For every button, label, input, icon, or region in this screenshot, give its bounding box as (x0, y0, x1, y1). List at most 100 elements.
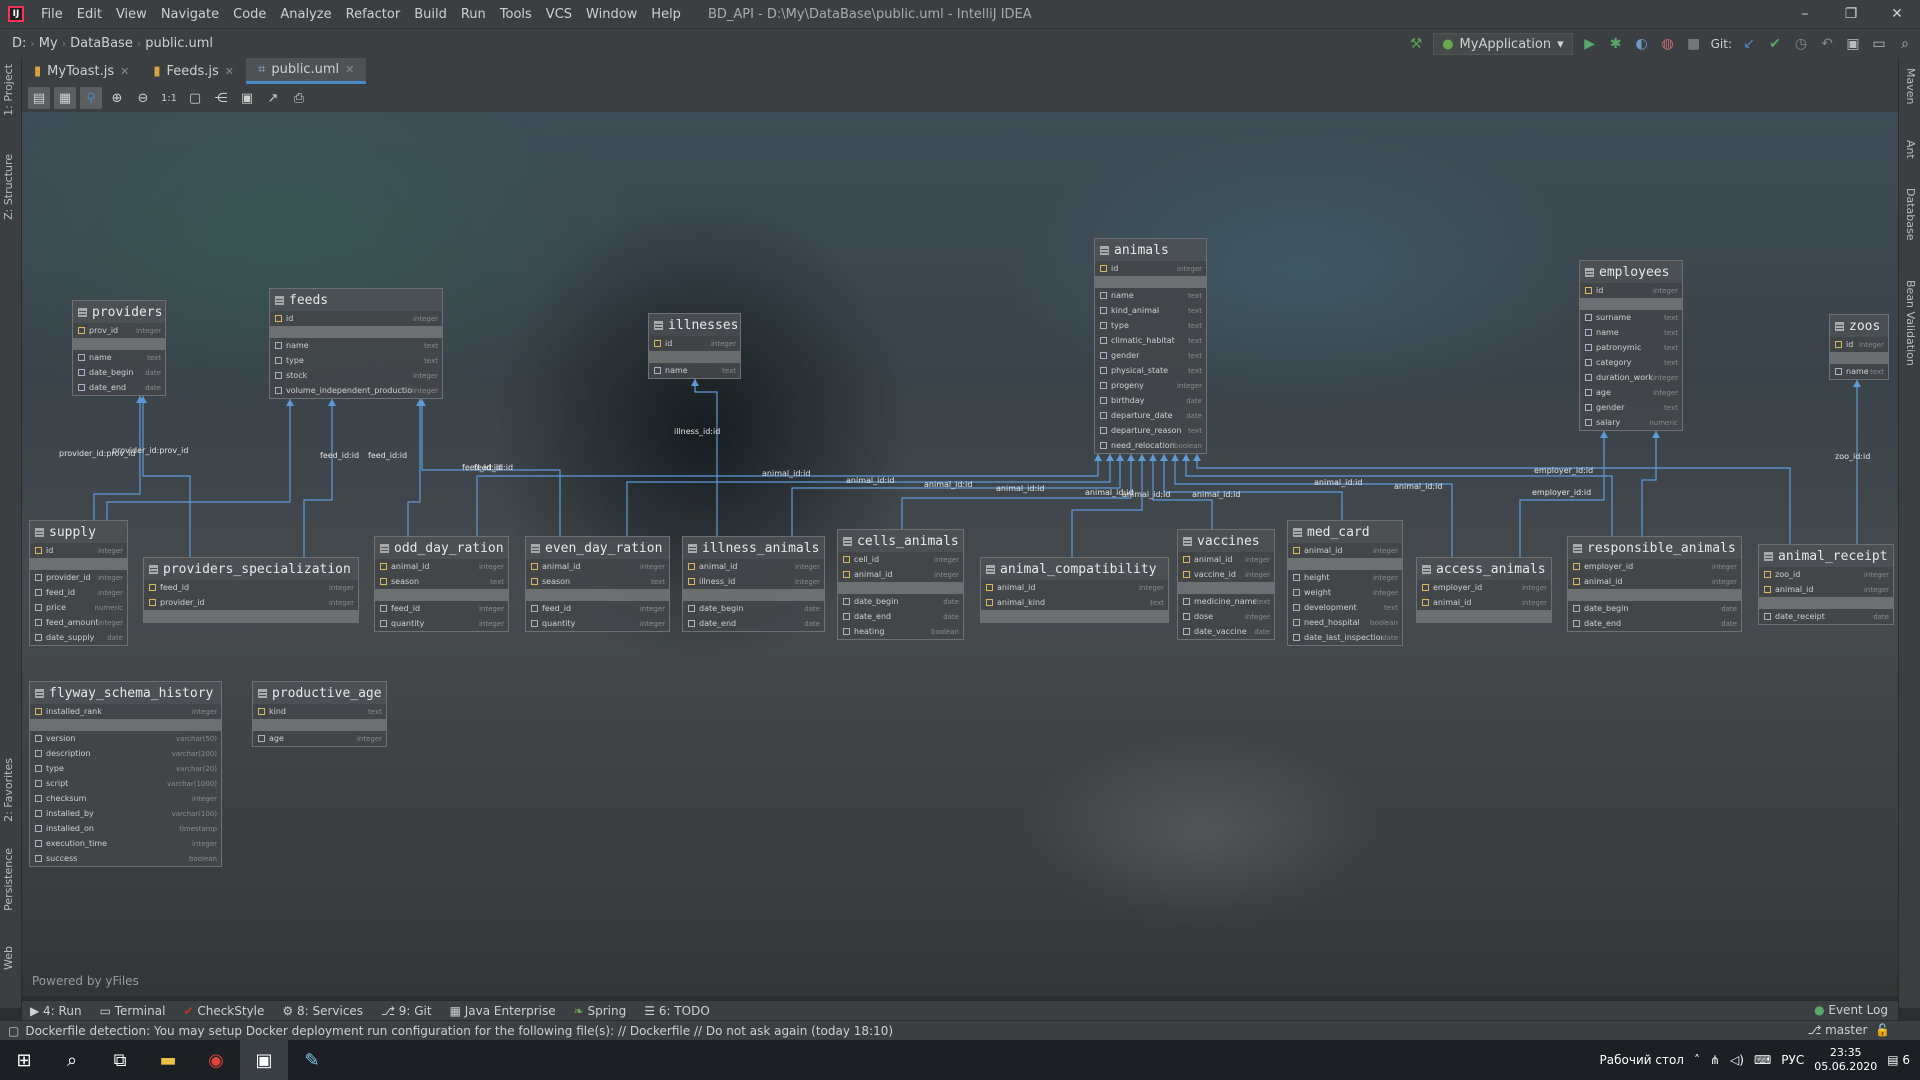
column-row[interactable]: name text (1580, 325, 1682, 340)
column-row[interactable]: development text (1288, 600, 1402, 615)
table-productive-age[interactable]: productive_age kind text age integer (252, 681, 387, 747)
table-illnesses[interactable]: illnesses id integer name text (648, 313, 741, 379)
menu-build[interactable]: Build (407, 7, 454, 22)
column-row[interactable]: feed_id integer (30, 585, 127, 600)
column-row[interactable]: date_end date (838, 609, 963, 624)
column-row[interactable]: quantity integer (526, 616, 669, 631)
table-providers[interactable]: providers prov_id integer name text date_begi… (72, 300, 166, 396)
chrome-icon[interactable]: ◉ (192, 1040, 240, 1080)
column-row[interactable]: name text (1095, 288, 1206, 303)
key-column-row[interactable]: vaccine_id integer (1178, 567, 1274, 582)
table-med-card[interactable]: med_card animal_id integer height integer wei… (1287, 520, 1403, 646)
print-icon[interactable]: ⎙ (288, 87, 310, 109)
run-icon[interactable]: ▶ (1581, 35, 1599, 53)
volume-icon[interactable]: ◁) (1730, 1053, 1744, 1067)
column-row[interactable]: date_begin date (683, 601, 824, 616)
key-column-row[interactable]: id integer (30, 543, 127, 558)
rollback-icon[interactable]: ↶ (1818, 35, 1836, 53)
key-column-row[interactable]: cell_id integer (838, 552, 963, 567)
close-tab-icon[interactable]: ✕ (345, 63, 354, 76)
column-row[interactable]: departure_date date (1095, 408, 1206, 423)
intellij-taskbar-icon[interactable]: ▣ (240, 1040, 288, 1080)
column-row[interactable]: duration_work integer (1580, 370, 1682, 385)
key-column-row[interactable]: animal_id integer (838, 567, 963, 582)
key-column-row[interactable]: installed_rank integer (30, 704, 221, 719)
save-image-icon[interactable]: ▣ (236, 87, 258, 109)
debug-icon[interactable]: ✱ (1607, 35, 1625, 53)
column-row[interactable]: medicine_name text (1178, 594, 1274, 609)
column-row[interactable]: date_end date (683, 616, 824, 631)
column-row[interactable]: gender text (1095, 348, 1206, 363)
show-schema-icon[interactable]: ▦ (54, 87, 76, 109)
table-providers-specialization[interactable]: providers_specialization feed_id integer pr… (143, 557, 359, 623)
column-row[interactable]: name text (73, 350, 165, 365)
history-icon[interactable]: ◷ (1792, 35, 1810, 53)
project-panel-button[interactable]: 1: Project (2, 64, 15, 116)
coverage-icon[interactable]: ◐ (1633, 35, 1651, 53)
column-row[interactable]: date_receipt date (1759, 609, 1893, 624)
column-row[interactable]: success boolean (30, 851, 221, 866)
git-commit-icon[interactable]: ✔ (1766, 35, 1784, 53)
column-row[interactable]: progeny integer (1095, 378, 1206, 393)
column-row[interactable]: kind_animal text (1095, 303, 1206, 318)
table-responsible-animals[interactable]: responsible_animals employer_id integer ani… (1567, 536, 1742, 632)
layout-icon[interactable]: ▭ (1870, 35, 1888, 53)
column-row[interactable]: need_hospital boolean (1288, 615, 1402, 630)
column-row[interactable]: feed_id integer (526, 601, 669, 616)
key-column-row[interactable]: animal_id integer (1759, 582, 1893, 597)
column-row[interactable]: date_begin date (73, 365, 165, 380)
show-keys-icon[interactable]: ⚲ (80, 87, 102, 109)
column-row[interactable]: gender text (1580, 400, 1682, 415)
key-column-row[interactable]: animal_id integer (1568, 574, 1741, 589)
web-panel-button[interactable]: Web (2, 946, 15, 970)
key-column-row[interactable]: employer_id integer (1568, 559, 1741, 574)
run-tool-button[interactable]: ▶ 4: Run (30, 1004, 82, 1018)
key-column-row[interactable]: id integer (1580, 283, 1682, 298)
column-row[interactable]: need_relocation boolean (1095, 438, 1206, 453)
key-column-row[interactable]: animal_id integer (981, 580, 1168, 595)
column-row[interactable]: checksum integer (30, 791, 221, 806)
column-row[interactable]: feed_amount integer (30, 615, 127, 630)
table-zoos[interactable]: zoos id integer name text (1829, 314, 1889, 380)
clock[interactable]: 23:35 05.06.2020 (1814, 1046, 1877, 1074)
restore-icon[interactable]: ❐ (1828, 0, 1874, 28)
menu-edit[interactable]: Edit (70, 7, 109, 22)
actual-size-icon[interactable]: 1:1 (158, 87, 180, 109)
breadcrumb-drive[interactable]: D: (8, 36, 30, 51)
menu-refactor[interactable]: Refactor (339, 7, 408, 22)
persistence-panel-button[interactable]: Persistence (2, 848, 15, 911)
key-column-row[interactable]: id integer (1830, 337, 1888, 352)
table-illness-animals[interactable]: illness_animals animal_id integer illness_i… (682, 536, 825, 632)
column-row[interactable]: provider_id integer (30, 570, 127, 585)
menu-help[interactable]: Help (644, 7, 688, 22)
column-row[interactable]: date_begin date (838, 594, 963, 609)
column-row[interactable]: feed_id integer (375, 601, 508, 616)
menu-tools[interactable]: Tools (493, 7, 539, 22)
column-row[interactable]: heating boolean (838, 624, 963, 639)
column-row[interactable]: height integer (1288, 570, 1402, 585)
project-structure-icon[interactable]: ▣ (1844, 35, 1862, 53)
zoom-out-icon[interactable]: ⊖ (132, 87, 154, 109)
table-animal-receipt[interactable]: animal_receipt zoo_id integer animal_id inte… (1758, 544, 1894, 625)
column-row[interactable]: volume_independent_production integer (270, 383, 442, 398)
task-view-icon[interactable]: ⧉ (96, 1040, 144, 1080)
desktop-toolbar-label[interactable]: Рабочий стол (1600, 1053, 1684, 1067)
key-column-row[interactable]: season text (375, 574, 508, 589)
java-enterprise-tool-button[interactable]: ▦ Java Enterprise (450, 1004, 556, 1018)
table-vaccines[interactable]: vaccines animal_id integer vaccine_id intege… (1177, 529, 1275, 640)
file-explorer-icon[interactable]: ▬ (144, 1040, 192, 1080)
minimize-icon[interactable]: – (1782, 0, 1828, 28)
key-column-row[interactable]: id integer (1095, 261, 1206, 276)
search-icon[interactable]: ⌕ (48, 1040, 96, 1080)
key-column-row[interactable]: id integer (270, 311, 442, 326)
ant-panel-button[interactable]: Ant (1904, 140, 1917, 159)
table-feeds[interactable]: feeds id integer name text type text stock integ… (269, 288, 443, 399)
menu-navigate[interactable]: Navigate (154, 7, 226, 22)
column-row[interactable]: date_begin date (1568, 601, 1741, 616)
key-column-row[interactable]: provider_id integer (144, 595, 358, 610)
git-tool-button[interactable]: ⎇ 9: Git (381, 1004, 432, 1018)
layout-icon[interactable]: ⋲ (210, 87, 232, 109)
todo-tool-button[interactable]: ☰ 6: TODO (644, 1004, 710, 1018)
event-log-button[interactable]: ● Event Log (1814, 1003, 1888, 1017)
key-column-row[interactable]: illness_id integer (683, 574, 824, 589)
